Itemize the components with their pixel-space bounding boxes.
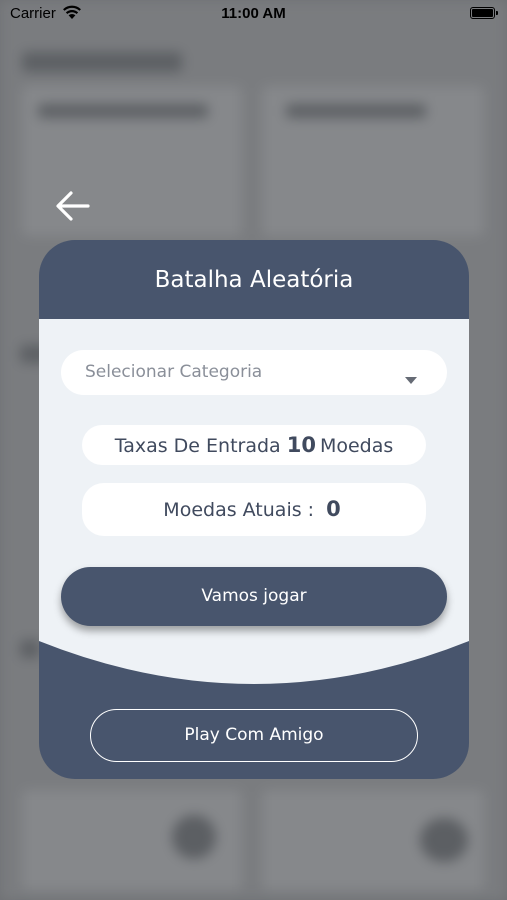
entry-fee-pill: Taxas De Entrada 10 Moedas	[82, 425, 426, 465]
entry-fee-label: Taxas De Entrada	[114, 435, 281, 457]
play-button[interactable]: Vamos jogar	[61, 567, 447, 626]
random-battle-modal: Batalha Aleatória Selecionar Categoria T…	[39, 240, 469, 779]
battery-icon	[470, 7, 498, 19]
entry-fee-amount: 10	[286, 433, 316, 457]
bg-icon	[172, 815, 216, 859]
current-coins-label: Moedas Atuais :	[163, 499, 315, 521]
status-time: 11:00 AM	[221, 5, 286, 22]
dropdown-caret-icon	[405, 369, 417, 388]
bg-text	[20, 640, 40, 658]
modal-body: Selecionar Categoria Taxas De Entrada 10 M…	[39, 319, 469, 689]
current-coins-pill: Moedas Atuais : 0	[82, 483, 426, 536]
category-select-placeholder: Selecionar Categoria	[85, 362, 263, 382]
modal-title: Batalha Aleatória	[154, 267, 354, 293]
status-bar: Carrier 11:00 AM	[0, 0, 507, 28]
bg-text	[38, 104, 208, 118]
current-coins-amount: 0	[326, 497, 341, 521]
bg-text	[286, 104, 426, 118]
entry-fee-unit: Moedas	[319, 435, 394, 457]
category-select[interactable]: Selecionar Categoria	[61, 350, 447, 395]
play-with-friend-button[interactable]: Play Com Amigo	[90, 709, 418, 762]
back-arrow-icon[interactable]	[54, 188, 92, 224]
bg-icon	[420, 818, 468, 862]
bg-heading	[22, 52, 182, 72]
